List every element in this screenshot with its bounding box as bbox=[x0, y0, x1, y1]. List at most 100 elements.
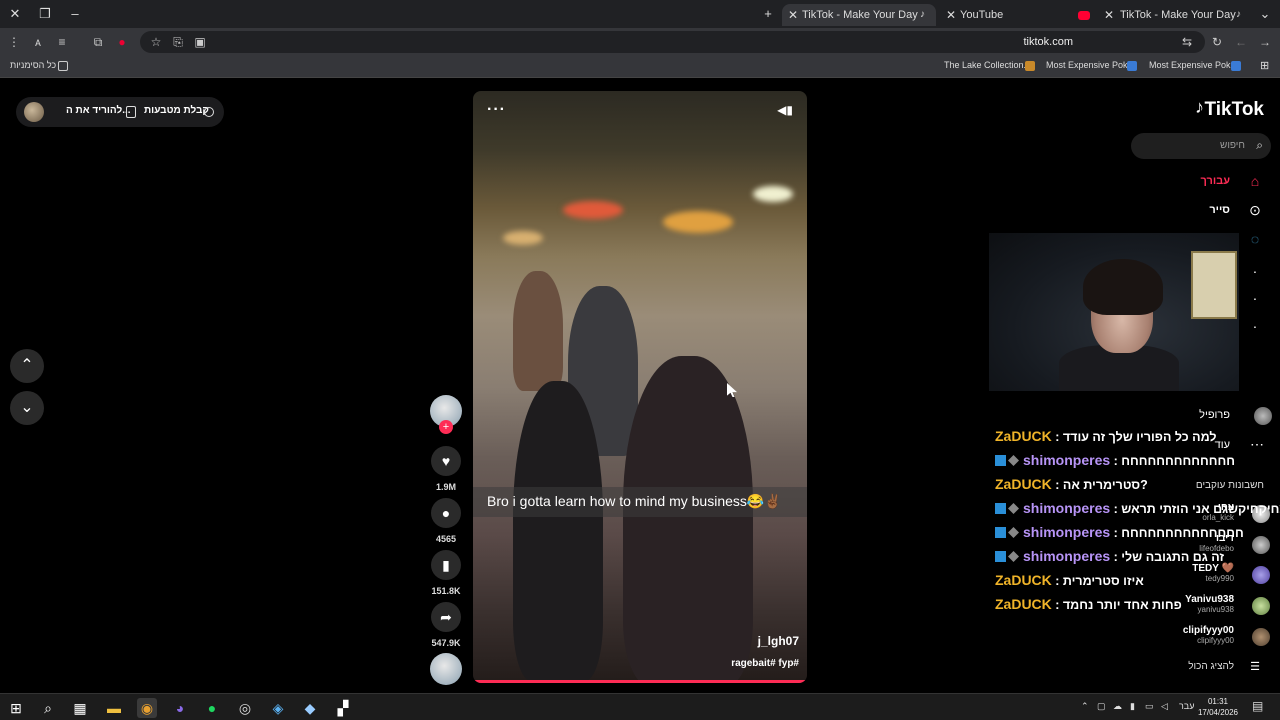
search-input[interactable]: חיפוש ⌕ bbox=[1131, 133, 1271, 159]
account-item[interactable]: TEDY 🤎 tedy990 bbox=[1192, 563, 1234, 583]
prime-badge-icon bbox=[995, 551, 1006, 562]
tray-expand-icon[interactable]: ⌃ bbox=[1081, 701, 1089, 712]
bookmark-item[interactable]: The Lake Collection... bbox=[944, 60, 1031, 70]
chat-text: צחיקחיקשגם אני הוזתי תראש bbox=[1121, 502, 1280, 516]
more-dot-icon: · bbox=[1252, 318, 1258, 334]
tiktok-logo[interactable]: TikTok bbox=[1205, 99, 1264, 121]
task-view-icon[interactable]: ▦ bbox=[70, 698, 90, 718]
steam-icon[interactable]: ◆ bbox=[300, 698, 320, 718]
get-coins-link[interactable]: קבלת מטבעות bbox=[144, 105, 209, 116]
forward-icon[interactable]: ← bbox=[1233, 34, 1249, 50]
site-settings-icon[interactable]: ⇆ bbox=[1179, 34, 1195, 50]
discord-icon[interactable]: ◕ bbox=[170, 698, 190, 718]
account-avatar[interactable] bbox=[1252, 597, 1270, 615]
volume-icon[interactable]: ◁ bbox=[1161, 701, 1168, 712]
reading-list-icon[interactable]: ≡ bbox=[54, 34, 70, 50]
tab-close-icon[interactable]: ✕ bbox=[1102, 4, 1116, 26]
reload-icon[interactable]: ↻ bbox=[1209, 34, 1225, 50]
translate-icon[interactable]: ᴀ bbox=[30, 34, 46, 50]
profile-avatar[interactable] bbox=[1254, 407, 1272, 425]
windows-start-icon[interactable]: ⊞ bbox=[6, 698, 26, 718]
account-avatar[interactable] bbox=[1252, 566, 1270, 584]
sound-avatar[interactable] bbox=[430, 653, 462, 685]
wall-poster bbox=[1191, 251, 1237, 319]
close-window-icon[interactable]: ✕ bbox=[4, 4, 26, 24]
follow-plus-icon[interactable]: + bbox=[439, 420, 453, 434]
previous-video-button[interactable]: ⌃ bbox=[10, 349, 44, 383]
bookmark-star-icon[interactable]: ☆ bbox=[148, 34, 164, 50]
tab-youtube[interactable]: ✕ YouTube bbox=[940, 4, 1094, 26]
input-language[interactable]: עבר bbox=[1179, 701, 1194, 711]
bookmark-favicon-icon bbox=[1025, 61, 1035, 71]
all-bookmarks-link[interactable]: כל הסימניות bbox=[10, 60, 56, 70]
adblock-icon[interactable]: ● bbox=[114, 34, 130, 50]
tab-search-icon[interactable]: ⌄ bbox=[1254, 4, 1276, 24]
volume-icon[interactable]: ◀▮ bbox=[777, 103, 793, 117]
new-tab-icon[interactable]: + bbox=[757, 4, 779, 24]
share-button[interactable]: ➦ bbox=[431, 602, 461, 632]
restore-window-icon[interactable]: ❐ bbox=[34, 4, 56, 24]
video-username[interactable]: j_lgh07 bbox=[758, 634, 799, 648]
tab-tiktok-2[interactable]: ✕ TikTok - Make Your Day ♪ bbox=[1098, 4, 1252, 26]
nav-explore-label[interactable]: סייר bbox=[1209, 204, 1230, 216]
notifications-icon[interactable]: ▤ bbox=[1252, 699, 1263, 713]
home-icon[interactable]: ⌂ bbox=[1246, 172, 1264, 190]
save-page-icon[interactable]: ⎘ bbox=[170, 34, 186, 50]
bookmark-item[interactable]: Most Expensive Pok... bbox=[1149, 60, 1238, 70]
account-avatar[interactable] bbox=[1252, 536, 1270, 554]
account-item[interactable]: Yanivu938 yanivu938 bbox=[1185, 594, 1234, 614]
account-item[interactable]: clipifyyy00 clipifyyy00 bbox=[1183, 625, 1234, 645]
account-avatar[interactable] bbox=[1252, 628, 1270, 646]
tab-close-icon[interactable]: ✕ bbox=[786, 4, 800, 26]
nav-for-you-label[interactable]: עבורך bbox=[1200, 175, 1230, 187]
chat-message: ZaDUCK : סטרימרית אה? bbox=[995, 476, 1148, 492]
apps-grid-icon[interactable]: ⊞ bbox=[1260, 59, 1269, 72]
video-hashtags[interactable]: ragebait# fyp# bbox=[731, 658, 799, 669]
likes-count: 1.9M bbox=[435, 482, 456, 492]
url-text[interactable]: tiktok.com bbox=[1023, 36, 1073, 48]
video-more-icon[interactable]: ··· bbox=[487, 101, 506, 119]
extensions-icon[interactable]: ⧉ bbox=[90, 34, 106, 50]
windows-taskbar: ⊞ ⌕ ▦ ▬ ◉ ◕ ● ◎ ◈ ◆ ▞ ⌃ ▢ ☁ ▮ ▭ ◁ עבר 01… bbox=[0, 693, 1280, 720]
like-button[interactable]: ♥ bbox=[431, 446, 461, 476]
share-arrow-icon: ➦ bbox=[440, 609, 452, 625]
bookmark-item[interactable]: Most Expensive Pok... bbox=[1046, 60, 1135, 70]
obs-icon[interactable]: ◎ bbox=[235, 698, 255, 718]
network-icon[interactable]: ▭ bbox=[1145, 701, 1154, 712]
address-bar[interactable]: ☆ ⎘ ▣ tiktok.com ⇆ bbox=[140, 31, 1205, 53]
tab-close-icon[interactable]: ✕ bbox=[944, 4, 958, 26]
account-name: clipifyyy00 bbox=[1182, 625, 1234, 636]
screenshot-icon[interactable]: ▣ bbox=[192, 34, 208, 50]
background-light bbox=[503, 231, 543, 245]
more-horizontal-icon[interactable]: ⋯ bbox=[1248, 435, 1266, 453]
app-icon[interactable]: ◈ bbox=[268, 698, 288, 718]
video-progress-bar[interactable] bbox=[473, 680, 807, 683]
tray-icon[interactable]: ☁ bbox=[1113, 701, 1122, 712]
microphone-icon[interactable]: ▮ bbox=[1130, 701, 1135, 712]
nav-profile-label[interactable]: פרופיל bbox=[1199, 409, 1230, 421]
save-button[interactable]: ▮ bbox=[431, 550, 461, 580]
spotify-icon[interactable]: ● bbox=[202, 698, 222, 718]
sub-badge-icon bbox=[1008, 551, 1019, 562]
compass-icon[interactable]: ⊙ bbox=[1246, 201, 1264, 219]
download-app-link[interactable]: להוריד את ה... bbox=[66, 105, 131, 116]
clock[interactable]: 01:31 17/04/2026 bbox=[1198, 696, 1238, 718]
tab-tiktok-active[interactable]: ✕ TikTok - Make Your Day ♪ bbox=[782, 4, 936, 26]
file-explorer-icon[interactable]: ▬ bbox=[104, 698, 124, 718]
person-figure bbox=[623, 356, 753, 683]
show-all-link[interactable]: להציג הכול bbox=[1188, 661, 1234, 672]
user-avatar[interactable] bbox=[24, 102, 44, 122]
search-icon[interactable]: ⌕ bbox=[38, 698, 58, 718]
nav-more-label[interactable]: עוד bbox=[1215, 439, 1230, 451]
capcut-icon[interactable]: ▞ bbox=[333, 698, 353, 718]
chat-user: ZaDUCK bbox=[995, 476, 1052, 492]
tiktok-logo-icon: ♪ bbox=[1195, 97, 1204, 117]
chrome-icon[interactable]: ◉ bbox=[137, 698, 157, 718]
tray-icon[interactable]: ▢ bbox=[1097, 701, 1106, 712]
next-video-button[interactable]: ⌄ bbox=[10, 391, 44, 425]
back-icon[interactable]: → bbox=[1257, 34, 1273, 50]
comment-button[interactable]: ● bbox=[431, 498, 461, 528]
video-player[interactable]: ··· ◀▮ Bro i gotta learn how to mind my … bbox=[473, 91, 807, 683]
minimize-window-icon[interactable]: – bbox=[64, 4, 86, 24]
menu-kebab-icon[interactable]: ⋮ bbox=[6, 34, 22, 50]
